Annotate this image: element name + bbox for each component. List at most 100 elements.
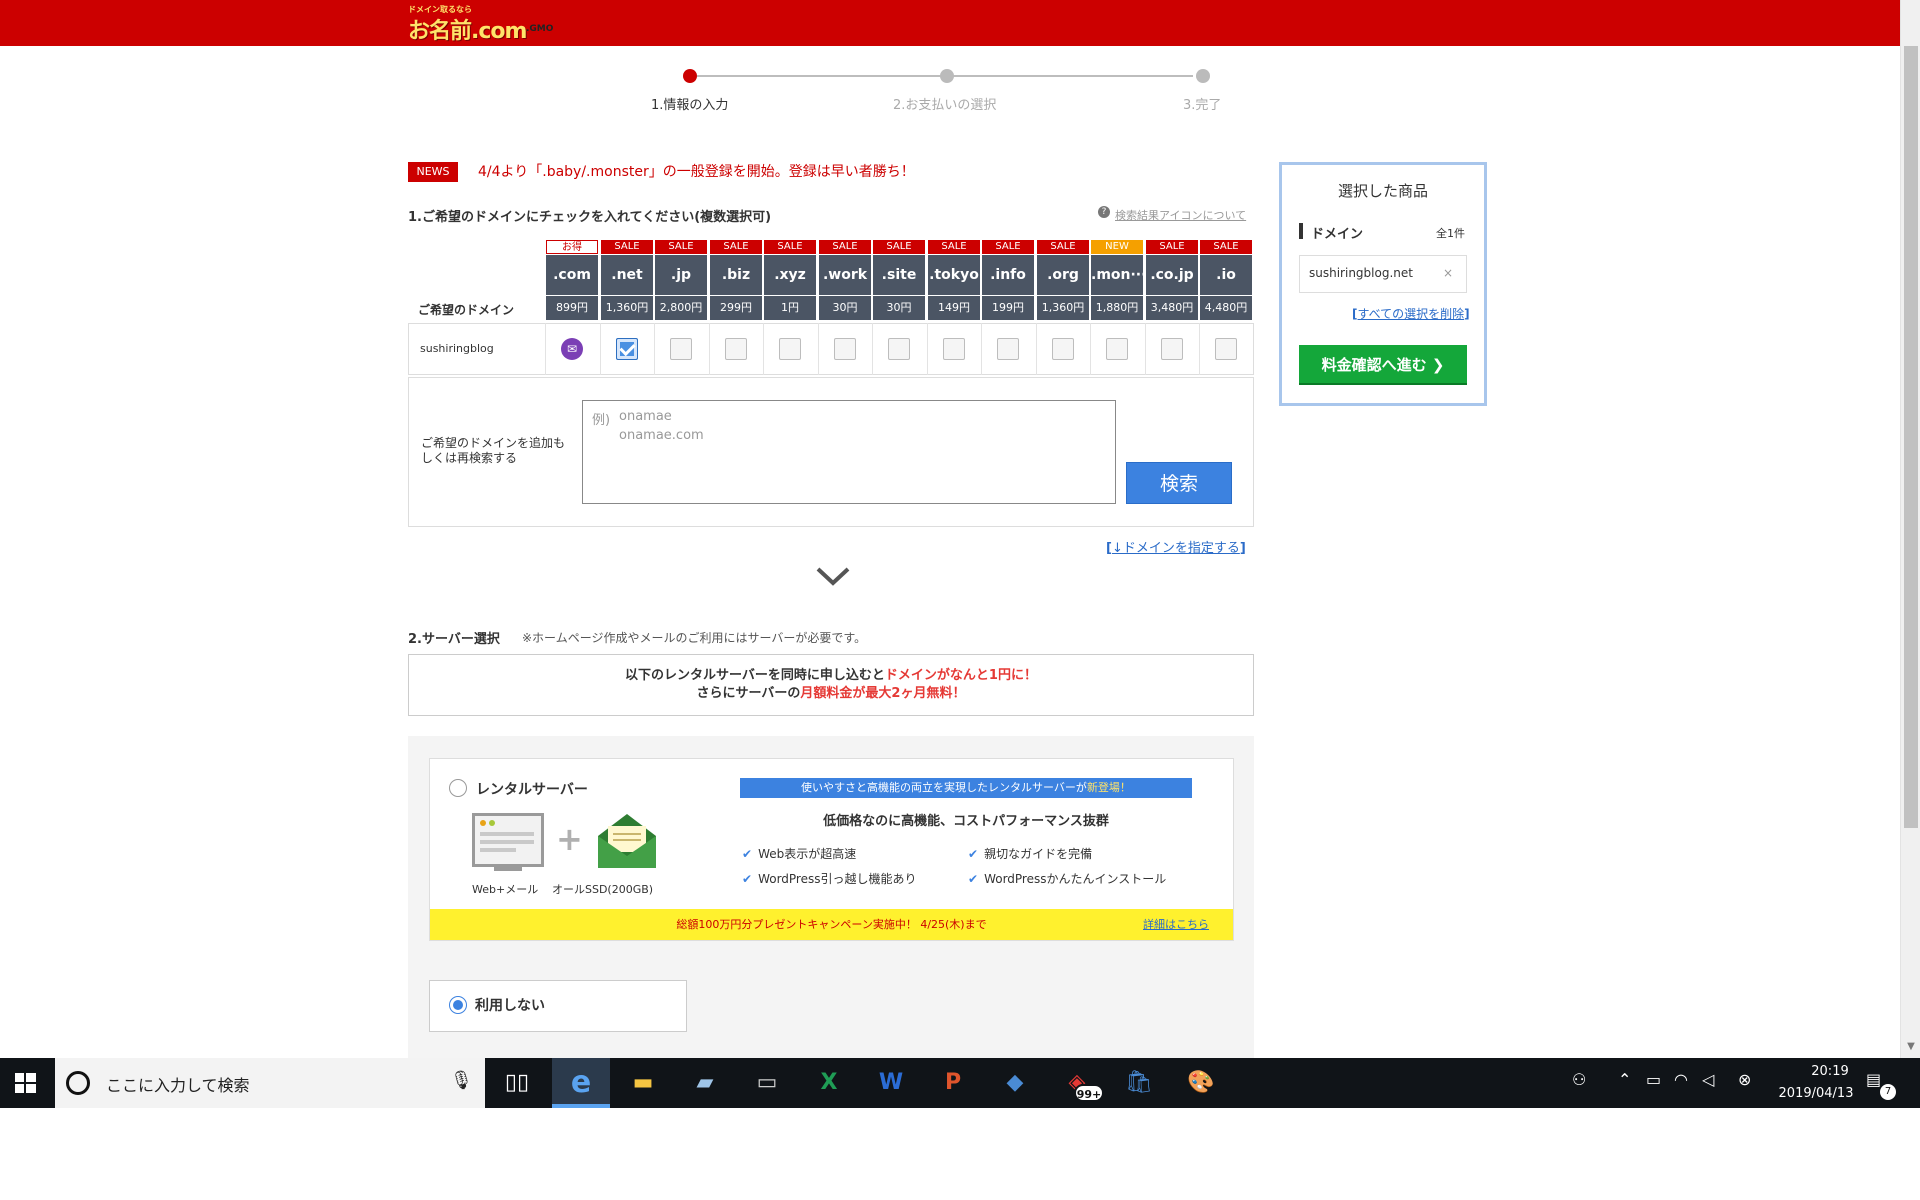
tld-badge: SALE	[928, 240, 980, 254]
cortana-icon[interactable]	[66, 1071, 90, 1095]
ime-off-icon[interactable]: ⊗	[1738, 1070, 1751, 1089]
wifi-icon[interactable]: ◠	[1674, 1070, 1688, 1089]
excel-icon[interactable]: X	[810, 1064, 848, 1102]
campaign-detail-link[interactable]: 詳細はこちら	[1143, 909, 1209, 940]
legend-link[interactable]: 検索結果アイコンについて	[1115, 207, 1246, 223]
tld-price: 299円	[710, 296, 762, 320]
domain-checkbox[interactable]	[725, 338, 747, 360]
mail-icon[interactable]: ✉	[561, 338, 583, 360]
cell-divider	[763, 323, 764, 375]
remove-item-icon[interactable]: ×	[1443, 266, 1453, 280]
edge-icon[interactable]: e	[562, 1064, 600, 1102]
section1-title: 1.ご希望のドメインにチェックを入れてください(複数選択可)	[408, 210, 772, 225]
radio-no-server[interactable]	[449, 996, 467, 1014]
tld-price: 149円	[928, 296, 980, 320]
cell-divider	[654, 323, 655, 375]
bracket-close: ]	[1239, 541, 1246, 556]
clear-selection-text[interactable]: すべての選択を削除	[1357, 307, 1464, 321]
paint-icon[interactable]: 🎨	[1182, 1064, 1220, 1102]
scroll-down-arrow-icon[interactable]: ▼	[1904, 1040, 1918, 1054]
clock-time[interactable]: 20:19	[1780, 1064, 1880, 1079]
domain-checkbox[interactable]	[1215, 338, 1237, 360]
python-icon[interactable]: ◆	[996, 1064, 1034, 1102]
banner-text: 使いやすさと高機能の両立を実現したレンタルサーバーが	[801, 781, 1087, 794]
news-text[interactable]: 4/4より「.baby/.monster」の一般登録を開始。登録は早い者勝ち！	[478, 162, 915, 182]
tld-badge: SALE	[1200, 240, 1252, 254]
onamae-logo[interactable]: ドメイン取るなら お名前.com .GMO	[408, 4, 568, 44]
clock-date[interactable]: 2019/04/13	[1766, 1086, 1866, 1101]
cell-divider	[981, 323, 982, 375]
action-center-icon[interactable]: ▤	[1866, 1070, 1881, 1089]
help-icon: ?	[1098, 206, 1110, 218]
section2-title: 2.サーバー選択	[408, 632, 500, 647]
battery-icon[interactable]: ▭	[1646, 1070, 1661, 1089]
cell-divider	[709, 323, 710, 375]
tld-badge: SALE	[873, 240, 925, 254]
domain-checkbox[interactable]	[1106, 338, 1128, 360]
domain-checkbox[interactable]	[670, 338, 692, 360]
edge-active-indicator	[552, 1104, 610, 1108]
tld-price: 199円	[982, 296, 1034, 320]
new-server-banner: 使いやすさと高機能の両立を実現したレンタルサーバーが新登場！	[740, 778, 1192, 798]
microphone-icon[interactable]: 🎙	[450, 1070, 473, 1091]
domain-checkbox[interactable]	[1052, 338, 1074, 360]
proceed-to-price-button[interactable]: 料金確認へ進む ❯	[1299, 345, 1467, 385]
feature-item: ✔ WordPressかんたんインストール	[968, 870, 1166, 887]
logo-gmo: .GMO	[526, 24, 554, 34]
domain-checkbox[interactable]	[943, 338, 965, 360]
powerpoint-icon[interactable]: P	[934, 1064, 972, 1102]
feature-heading: 低価格なのに高機能、コストパフォーマンス抜群	[823, 814, 1109, 829]
rental-server-title: レンタルサーバー	[476, 782, 588, 798]
tld-price: 1,360円	[601, 296, 653, 320]
tld-price: 30円	[819, 296, 871, 320]
file-explorer-icon[interactable]: ▬	[624, 1064, 662, 1102]
notice-line2-a: さらにサーバーの	[696, 686, 801, 701]
tld-price: 3,480円	[1146, 296, 1198, 320]
monitor-stand	[494, 867, 522, 871]
domain-checkbox[interactable]	[616, 338, 638, 360]
bracket-close: ]	[1464, 307, 1470, 321]
feature-text: WordPress引っ越し機能あり	[758, 872, 917, 886]
notice-line2-b: 月額料金が最大2ヶ月無料！	[800, 686, 966, 701]
domain-checkbox[interactable]	[779, 338, 801, 360]
tray-chevron-up-icon[interactable]: ⌃	[1618, 1070, 1631, 1089]
envelope-icon	[598, 814, 656, 868]
notice-line1-b: ドメインがなんと1円に！	[884, 668, 1037, 683]
domain-checkbox[interactable]	[1161, 338, 1183, 360]
tld-name: .net	[601, 255, 653, 295]
chevron-down-icon[interactable]	[816, 566, 850, 586]
windows-start-icon[interactable]	[0, 1058, 52, 1108]
page-scrollbar[interactable]: ▼	[1900, 0, 1920, 1058]
cart-count: 全1件	[1436, 227, 1465, 240]
tld-badge: SALE	[655, 240, 707, 254]
specify-domain-link[interactable]: [↓ドメインを指定する]	[1106, 537, 1246, 556]
no-server-card[interactable]	[429, 980, 687, 1032]
tld-name: .tokyo	[928, 255, 980, 295]
cell-divider	[818, 323, 819, 375]
step-dot-3	[1196, 69, 1210, 83]
volume-icon[interactable]: ◁	[1702, 1070, 1714, 1089]
store-icon[interactable]: 🛍	[1120, 1064, 1158, 1102]
word-icon[interactable]: W	[872, 1064, 910, 1102]
specify-domain-text[interactable]: ↓ドメインを指定する	[1112, 541, 1240, 556]
feature-item: ✔ WordPress引っ越し機能あり	[742, 870, 917, 887]
scrollbar-thumb[interactable]	[1904, 46, 1918, 828]
tld-price: 899円	[546, 296, 598, 320]
cell-divider	[600, 323, 601, 375]
people-icon[interactable]: ⚇	[1572, 1070, 1586, 1089]
tld-price: 2,800円	[655, 296, 707, 320]
tld-name: .com	[546, 255, 598, 295]
notice-line1-a: 以下のレンタルサーバーを同時に申し込むと	[625, 668, 885, 683]
domain-checkbox[interactable]	[834, 338, 856, 360]
terminal-icon[interactable]: ▭	[748, 1064, 786, 1102]
domain-checkbox[interactable]	[888, 338, 910, 360]
notepad-icon[interactable]: ▰	[686, 1064, 724, 1102]
clear-selection-link[interactable]: [すべての選択を削除]	[1352, 305, 1470, 322]
tld-price: 1,880円	[1091, 296, 1143, 320]
search-button[interactable]: 検索	[1126, 462, 1232, 504]
feature-text: 親切なガイドを完備	[984, 847, 1093, 861]
task-view-icon[interactable]: ▯▯	[498, 1064, 536, 1102]
radio-rental-server[interactable]	[449, 779, 467, 797]
domain-checkbox[interactable]	[997, 338, 1019, 360]
cart-domain-label: ドメイン	[1311, 227, 1364, 242]
